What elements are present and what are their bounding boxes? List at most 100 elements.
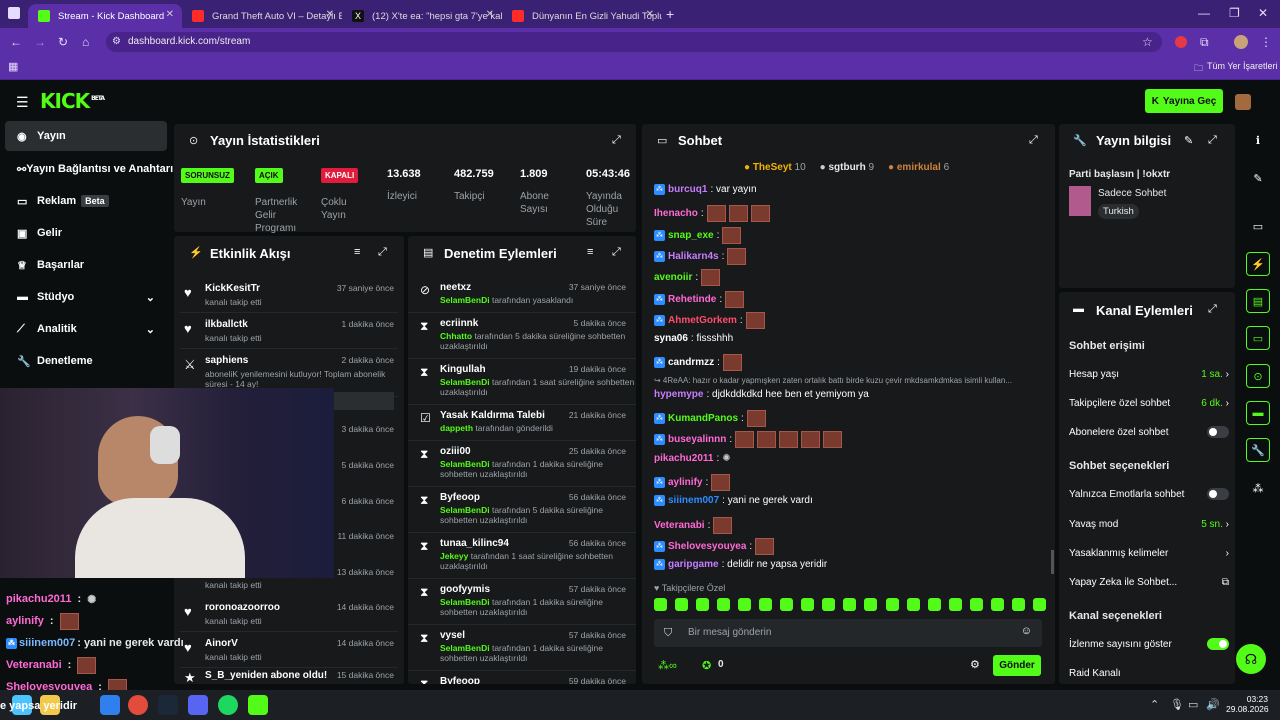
quick-emote[interactable] <box>1011 598 1025 611</box>
quick-emote[interactable] <box>948 598 962 611</box>
tab-kick-dashboard[interactable]: Stream - Kick Dashboard ✕ <box>28 4 182 28</box>
steam-icon[interactable] <box>158 695 178 715</box>
chat-username[interactable]: siiinem007 <box>668 495 719 506</box>
mod-target-user[interactable]: neetxz <box>440 282 471 293</box>
spotify-icon[interactable] <box>218 695 238 715</box>
chat-username[interactable]: Halikarn4s <box>668 251 719 262</box>
setting-banned-words[interactable]: Yasaklanmış kelimeler › <box>1069 540 1229 566</box>
moderator-name[interactable]: Chhatto <box>440 331 472 341</box>
bookmark-star-icon[interactable]: ☆ <box>1142 35 1153 49</box>
chat-username[interactable]: candrmzz <box>668 357 714 368</box>
sidebar-item-studyo[interactable]: ▬ Stüdyo ⌄ <box>5 282 167 312</box>
mod-target-user[interactable]: Yasak Kaldırma Talebi <box>440 410 545 421</box>
sidebar-item-gelir[interactable]: ▣ Gelir <box>5 218 167 248</box>
quick-emote[interactable] <box>738 598 752 611</box>
moderator-name[interactable]: SelamBenDi <box>440 643 490 653</box>
stream-category[interactable]: Sadece Sohbet <box>1098 188 1166 199</box>
subs-only-toggle[interactable] <box>1207 426 1229 438</box>
chat-username[interactable]: Shelovesyouyea <box>668 541 746 552</box>
hamburger-menu-icon[interactable]: ☰ <box>16 94 29 111</box>
mod-target-user[interactable]: Kingullah <box>440 364 486 375</box>
sidebar-item-basarilar[interactable]: ♕ Başarılar <box>5 250 167 280</box>
restore-icon[interactable]: ❐ <box>1229 6 1240 20</box>
chat-username[interactable]: aylinify <box>668 477 702 488</box>
chat-username[interactable]: pikachu2011 <box>654 453 713 464</box>
quick-emote[interactable] <box>990 598 1004 611</box>
tab-search-icon[interactable] <box>8 7 20 19</box>
moderator-name[interactable]: SelamBenDi <box>440 459 490 469</box>
chat-username[interactable]: Ihenacho <box>654 208 698 219</box>
extensions-puzzle-icon[interactable]: ⧉ <box>1200 35 1209 50</box>
chat-username[interactable]: KumandPanos <box>668 413 738 424</box>
moderator-name[interactable]: SelamBenDi <box>440 377 490 387</box>
chat-username[interactable]: AhmetGorkem <box>668 315 737 326</box>
all-bookmarks[interactable]: 🗀 Tüm Yer İşaretleri <box>1194 61 1278 77</box>
mod-target-user[interactable]: oziii00 <box>440 446 471 457</box>
setting-followers-only[interactable]: Takipçilere özel sohbet 6 dk. › <box>1069 390 1229 416</box>
gift-icon[interactable]: ✪ <box>702 659 711 672</box>
tools-widget-icon[interactable]: 🔧 <box>1246 438 1270 462</box>
quick-emote[interactable] <box>885 598 899 611</box>
info-icon[interactable]: ℹ <box>1246 128 1270 152</box>
setting-slow-mode[interactable]: Yavaş mod 5 sn. › <box>1069 511 1229 537</box>
moderator-name[interactable]: SelamBenDi <box>440 505 490 515</box>
stream-widget-icon[interactable]: ⊙ <box>1246 364 1270 388</box>
sidebar-item-stream-key[interactable]: ⚯ Yayın Bağlantısı ve Anahtarı <box>5 154 173 184</box>
quick-emote[interactable] <box>675 598 689 611</box>
chat-username[interactable]: snap_exe <box>668 230 714 241</box>
quick-emote[interactable] <box>696 598 710 611</box>
minimize-icon[interactable]: — <box>1198 6 1210 20</box>
settings-icon[interactable]: ⚙ <box>970 658 980 671</box>
site-info-icon[interactable]: ⚙ <box>112 36 121 47</box>
chat-username[interactable]: avenoiir <box>654 272 692 283</box>
moderator-name[interactable]: SelamBenDi <box>440 597 490 607</box>
user-avatar[interactable] <box>1235 94 1251 110</box>
send-button[interactable]: Gönder <box>993 655 1041 676</box>
setting-ai-chat[interactable]: Yapay Zeka ile Sohbet... ⧉ <box>1069 569 1229 595</box>
filter-icon[interactable]: ≡ <box>587 246 593 258</box>
emote-only-toggle[interactable] <box>1207 488 1229 500</box>
kick-logo[interactable]: KICK BETA <box>40 89 105 113</box>
chat-widget-icon[interactable]: ▭ <box>1246 326 1270 350</box>
go-live-button[interactable]: K Yayına Geç <box>1145 89 1223 113</box>
quick-emote[interactable] <box>780 598 794 611</box>
mod-target-user[interactable]: ecriinnk <box>440 318 478 329</box>
expand-icon[interactable]: ⤢ <box>1208 303 1217 316</box>
close-tab-icon[interactable]: ✕ <box>326 9 334 20</box>
chrome-icon[interactable] <box>128 695 148 715</box>
reload-icon[interactable]: ↻ <box>58 35 68 49</box>
quick-emote[interactable] <box>759 598 773 611</box>
expand-icon[interactable]: ⤢ <box>612 246 621 259</box>
apps-grid-icon[interactable]: ▦ <box>8 60 18 73</box>
moderator-name[interactable]: SelamBenDi <box>440 295 490 305</box>
top-gifter-3[interactable]: ● emirkulal 6 <box>888 162 949 173</box>
quick-emote[interactable] <box>969 598 983 611</box>
close-tab-icon[interactable]: ✕ <box>166 9 174 20</box>
activity-user[interactable]: S_B_yeniden abone oldu! <box>205 670 327 681</box>
quick-emote[interactable] <box>801 598 815 611</box>
activity-widget-icon[interactable]: ⚡ <box>1246 252 1270 276</box>
quick-emote[interactable] <box>1032 598 1046 611</box>
mod-target-user[interactable]: vysel <box>440 630 465 641</box>
expand-icon[interactable]: ⤢ <box>612 134 621 147</box>
sidebar-item-denetleme[interactable]: 🔧 Denetleme <box>5 346 167 376</box>
mod-target-user[interactable]: Byfeoop <box>440 676 480 684</box>
store-icon[interactable] <box>100 695 120 715</box>
activity-user[interactable]: saphiens <box>205 355 248 366</box>
activity-user[interactable]: AinorV <box>205 638 238 649</box>
channel-widget-icon[interactable]: ▬ <box>1246 401 1270 425</box>
filter-icon[interactable]: ≡ <box>354 246 360 258</box>
support-headset-icon[interactable]: ☊ <box>1236 644 1266 674</box>
volume-icon[interactable]: 🔊 <box>1206 698 1220 711</box>
expand-icon[interactable]: ⤢ <box>1029 134 1038 147</box>
chrome-menu-icon[interactable]: ⋮ <box>1260 35 1272 49</box>
back-icon[interactable]: ← <box>10 35 22 49</box>
edit-icon[interactable]: ✎ <box>1246 166 1270 190</box>
new-tab-icon[interactable]: + <box>666 6 674 22</box>
tab-youtube-2[interactable]: Dünyanın En Gizli Yahudi Toplul ✕ <box>502 4 662 28</box>
apps-icon[interactable]: ⁂ <box>1246 476 1270 500</box>
moderation-widget-icon[interactable]: ▤ <box>1246 289 1270 313</box>
quick-emote[interactable] <box>906 598 920 611</box>
chat-username[interactable]: Rehetinde <box>668 294 716 305</box>
network-icon[interactable]: ▭ <box>1188 698 1198 711</box>
